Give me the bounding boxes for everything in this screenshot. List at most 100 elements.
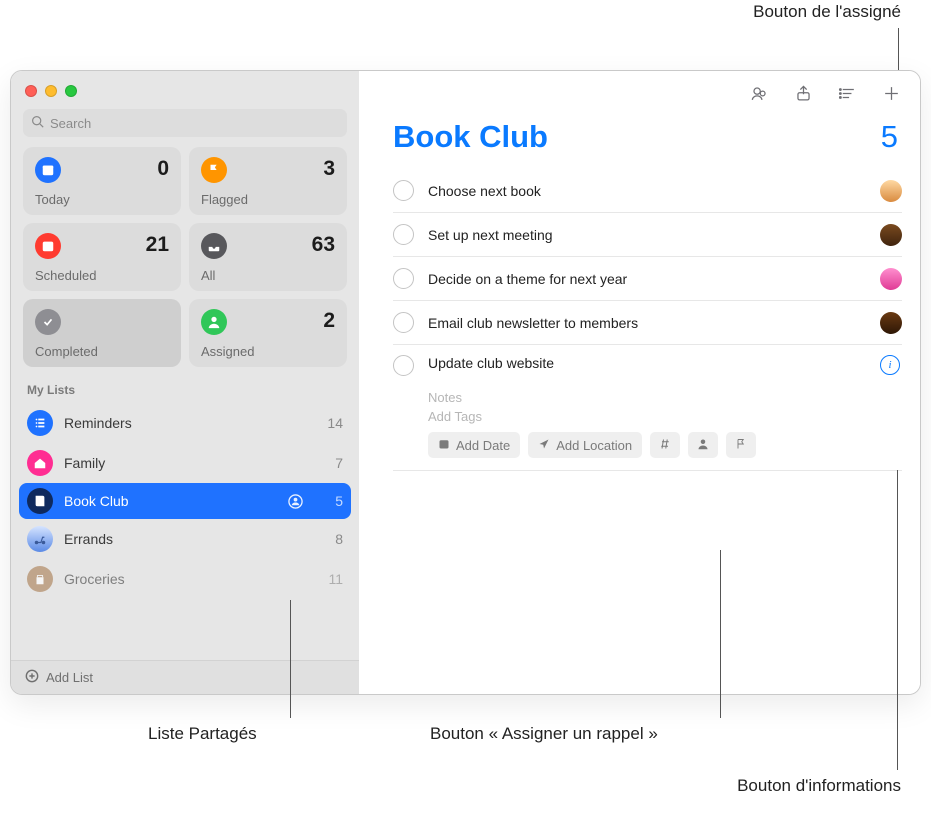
add-location-button[interactable]: Add Location: [528, 432, 642, 458]
list-label: Book Club: [64, 493, 275, 509]
task-title: Decide on a theme for next year: [428, 271, 866, 287]
chip-label: Add Date: [456, 438, 510, 453]
smart-lists-grid: 0 Today 3 Flagged 21 Schedule: [11, 147, 359, 367]
tile-count: 21: [146, 233, 169, 257]
list-count: 8: [315, 531, 343, 547]
list-header: Book Club 5: [359, 115, 920, 169]
search-input[interactable]: Search: [23, 109, 347, 137]
my-lists-header: My Lists: [11, 367, 359, 403]
list-count: 11: [315, 571, 343, 587]
list-row-errands[interactable]: Errands 8: [11, 519, 359, 559]
scroll-fade: [11, 630, 359, 660]
list-row-book-club[interactable]: Book Club 5: [19, 483, 351, 519]
task-title: Set up next meeting: [428, 227, 866, 243]
tile-count: 0: [157, 157, 169, 181]
task-title: Email club newsletter to members: [428, 315, 866, 331]
tile-count: 63: [312, 233, 335, 257]
annotation-shared-list: Liste Partagés: [148, 724, 257, 744]
list-count: 7: [315, 455, 343, 471]
annotation-line: [898, 28, 899, 70]
collaborate-button[interactable]: [748, 82, 770, 104]
add-date-button[interactable]: Add Date: [428, 432, 520, 458]
book-icon: [27, 488, 53, 514]
calendar-day-icon: [35, 157, 61, 183]
sidebar: Search 0 Today 3 Flagged: [11, 71, 359, 694]
calendar-icon: [35, 233, 61, 259]
tags-input[interactable]: Add Tags: [428, 409, 902, 424]
task-row[interactable]: Choose next book: [393, 169, 902, 213]
complete-toggle[interactable]: [393, 224, 414, 245]
tray-icon: [201, 233, 227, 259]
list-row-reminders[interactable]: Reminders 14: [11, 403, 359, 443]
complete-toggle[interactable]: [393, 180, 414, 201]
main-pane: Book Club 5 Choose next book Set up next…: [359, 71, 920, 694]
smart-tile-completed[interactable]: Completed: [23, 299, 181, 367]
assignee-avatar[interactable]: [880, 224, 902, 246]
hash-icon: [659, 438, 671, 453]
info-button[interactable]: i: [880, 355, 900, 375]
task-list: Choose next book Set up next meeting Dec…: [359, 169, 920, 471]
complete-toggle[interactable]: [393, 355, 414, 376]
person-icon: [201, 309, 227, 335]
smart-tile-today[interactable]: 0 Today: [23, 147, 181, 215]
house-icon: [27, 450, 53, 476]
task-row[interactable]: Decide on a theme for next year: [393, 257, 902, 301]
tile-label: All: [201, 268, 335, 283]
list-row-family[interactable]: Family 7: [11, 443, 359, 483]
list-title: Book Club: [393, 119, 548, 155]
notes-input[interactable]: Notes: [428, 390, 902, 405]
smart-tile-scheduled[interactable]: 21 Scheduled: [23, 223, 181, 291]
annotation-assignee: Bouton de l'assigné: [753, 2, 901, 22]
add-list-label: Add List: [46, 670, 93, 685]
complete-toggle[interactable]: [393, 312, 414, 333]
groceries-icon: [27, 566, 53, 592]
close-window-button[interactable]: [25, 85, 37, 97]
assign-reminder-button[interactable]: [688, 432, 718, 458]
task-row-editing[interactable]: Update club website i Notes Add Tags Add…: [393, 345, 902, 471]
window-controls: [11, 71, 359, 105]
complete-toggle[interactable]: [393, 268, 414, 289]
smart-tile-flagged[interactable]: 3 Flagged: [189, 147, 347, 215]
scooter-icon: [27, 526, 53, 552]
checkmark-circle-icon: [35, 309, 61, 335]
task-row[interactable]: Set up next meeting: [393, 213, 902, 257]
smart-tile-all[interactable]: 63 All: [189, 223, 347, 291]
flag-icon: [201, 157, 227, 183]
task-title-input[interactable]: Update club website: [428, 355, 866, 371]
task-row[interactable]: Email club newsletter to members: [393, 301, 902, 345]
list-label: Groceries: [64, 571, 304, 587]
annotation-line: [720, 550, 721, 718]
add-list-button[interactable]: Add List: [11, 660, 359, 694]
app-window: Search 0 Today 3 Flagged: [10, 70, 921, 695]
tile-label: Flagged: [201, 192, 335, 207]
list-label: Reminders: [64, 415, 304, 431]
assignee-avatar[interactable]: [880, 312, 902, 334]
tile-label: Completed: [35, 344, 169, 359]
zoom-window-button[interactable]: [65, 85, 77, 97]
flag-reminder-button[interactable]: [726, 432, 756, 458]
location-arrow-icon: [538, 438, 550, 453]
new-reminder-button[interactable]: [880, 82, 902, 104]
list-label: Family: [64, 455, 304, 471]
annotation-info-button: Bouton d'informations: [737, 776, 901, 796]
share-button[interactable]: [792, 82, 814, 104]
list-bullets-icon: [27, 410, 53, 436]
minimize-window-button[interactable]: [45, 85, 57, 97]
assignee-avatar[interactable]: [880, 268, 902, 290]
smart-tile-assigned[interactable]: 2 Assigned: [189, 299, 347, 367]
annotation-line: [897, 470, 898, 770]
list-label: Errands: [64, 531, 304, 547]
chip-label: Add Location: [556, 438, 632, 453]
assignee-avatar[interactable]: [880, 180, 902, 202]
search-icon: [31, 115, 44, 131]
view-options-button[interactable]: [836, 82, 858, 104]
tile-count: 2: [323, 309, 335, 333]
search-placeholder: Search: [50, 116, 91, 131]
list-count: 14: [315, 415, 343, 431]
flag-icon: [735, 438, 747, 453]
plus-circle-icon: [25, 669, 39, 686]
toolbar: [359, 71, 920, 115]
list-count: 5: [315, 493, 343, 509]
add-tag-button[interactable]: [650, 432, 680, 458]
list-row-groceries[interactable]: Groceries 11: [11, 559, 359, 599]
